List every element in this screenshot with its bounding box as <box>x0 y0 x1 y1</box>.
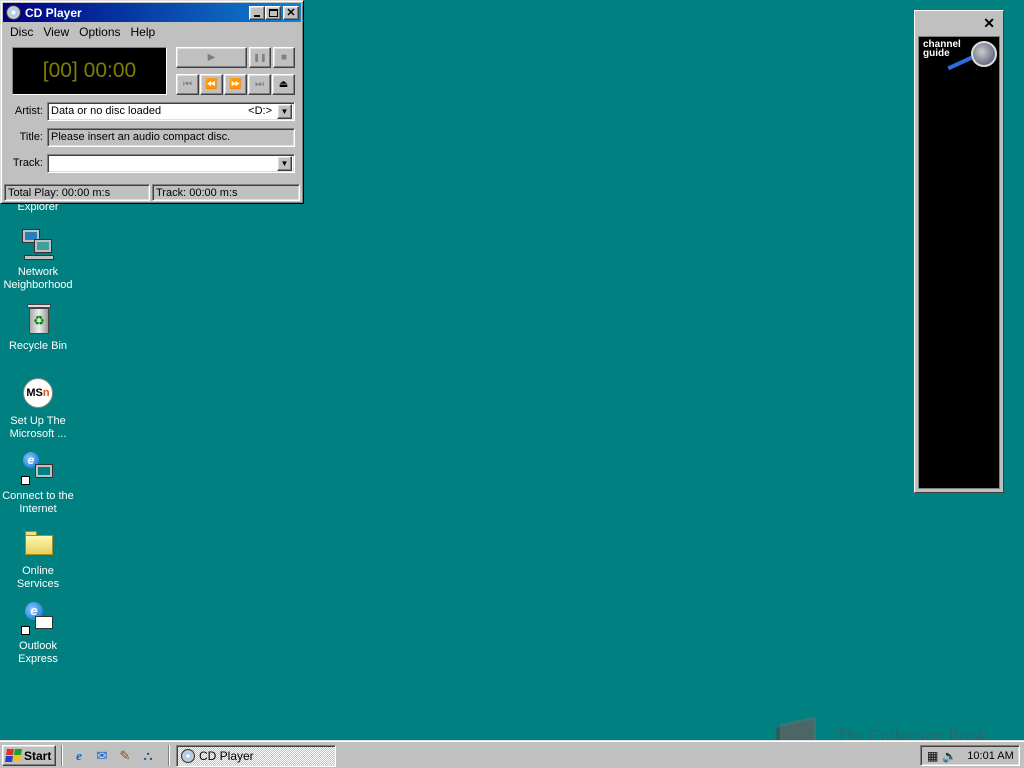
eject-icon: ⏏ <box>278 79 289 90</box>
eject-button[interactable]: ⏏ <box>272 74 295 95</box>
minimize-button[interactable] <box>249 6 265 20</box>
next-track-icon: ⏭ <box>255 79 264 90</box>
magnifier-icon <box>971 41 997 67</box>
channel-bar: ✕ channel guide <box>914 10 1004 493</box>
msn-icon: MSn <box>21 377 55 411</box>
quicklaunch-show-desktop-icon[interactable]: ✎ <box>116 747 134 765</box>
channel-guide-button[interactable]: channel guide <box>923 40 961 59</box>
volume-tray-icon[interactable]: 🔈 <box>942 749 957 763</box>
desktop-icon-label: Connect to the Internet <box>2 490 74 515</box>
desktop-icon-label: Recycle Bin <box>8 340 68 352</box>
cd-player-app-icon[interactable] <box>6 5 21 20</box>
desktop-icon-network-neighborhood[interactable]: Network Neighborhood <box>0 228 76 292</box>
artist-label: Artist: <box>14 105 43 117</box>
chevron-down-icon: ▼ <box>280 107 289 116</box>
start-button[interactable]: Start <box>2 745 56 766</box>
track-dropdown-button[interactable]: ▼ <box>277 156 292 171</box>
skip-backward-button[interactable]: ⏪ <box>200 74 223 95</box>
maximize-icon <box>268 9 278 17</box>
play-icon: ▶ <box>207 52 216 63</box>
quicklaunch-channels-icon[interactable]: ⛬ <box>139 747 157 765</box>
channel-bar-close-button[interactable]: ✕ <box>983 15 995 32</box>
desktop-icon-online-services[interactable]: Online Services <box>0 527 76 591</box>
play-button[interactable]: ▶ <box>176 47 247 68</box>
menu-help[interactable]: Help <box>126 23 161 41</box>
desktop-icon-label: Network Neighborhood <box>3 266 73 291</box>
menu-disc[interactable]: Disc <box>5 23 38 41</box>
artist-dropdown[interactable]: Data or no disc loaded <D:> ▼ <box>47 102 295 121</box>
quicklaunch-outlook-icon[interactable]: ✉ <box>93 747 111 765</box>
stop-button[interactable]: ■ <box>273 47 295 68</box>
channel-bar-panel: channel guide <box>918 36 1000 489</box>
track-time-status: Track: 00:00 m:s <box>152 184 300 201</box>
rewind-icon: ⏪ <box>205 79 218 90</box>
desktop-icon-recycle-bin[interactable]: ♻ Recycle Bin <box>0 302 76 353</box>
fast-forward-icon: ⏩ <box>229 79 242 90</box>
artist-dropdown-button[interactable]: ▼ <box>277 104 292 119</box>
recycle-bin-icon: ♻ <box>21 302 55 336</box>
pause-icon: ❚❚ <box>253 53 267 62</box>
taskbar-separator <box>61 745 63 766</box>
close-button[interactable]: ✕ <box>283 6 299 20</box>
windows-logo-icon <box>5 749 22 762</box>
title-value: Please insert an audio compact disc. <box>51 131 231 143</box>
desktop-icon-outlook-express[interactable]: e ↗ Outlook Express <box>0 602 76 666</box>
previous-track-button[interactable]: ⏮ <box>176 74 199 95</box>
pause-button[interactable]: ❚❚ <box>249 47 271 68</box>
next-track-button[interactable]: ⏭ <box>248 74 271 95</box>
folder-icon <box>21 527 55 561</box>
taskbar-separator <box>168 745 170 766</box>
clock[interactable]: 10:01 AM <box>967 750 1013 762</box>
previous-track-icon: ⏮ <box>183 79 192 90</box>
minimize-icon <box>254 15 260 17</box>
skip-forward-button[interactable]: ⏩ <box>224 74 247 95</box>
menu-view[interactable]: View <box>38 23 74 41</box>
outlook-express-icon: e ↗ <box>21 602 55 636</box>
close-icon: ✕ <box>286 7 296 19</box>
desktop-icon-msn-setup[interactable]: MSn Set Up The Microsoft ... <box>0 377 76 441</box>
drive-letter: <D:> <box>248 105 272 117</box>
quicklaunch-ie-icon[interactable]: e <box>70 747 88 765</box>
stop-icon: ■ <box>280 52 288 63</box>
cd-player-task-icon <box>181 749 195 763</box>
desktop-icon-label: Online Services <box>16 565 60 590</box>
total-play-status: Total Play: 00:00 m:s <box>4 184 150 201</box>
scheduler-tray-icon[interactable]: ▦ <box>927 749 938 763</box>
taskbar-button-cd-player[interactable]: CD Player <box>176 745 336 767</box>
task-label: CD Player <box>199 749 254 763</box>
taskbar: Start e ✉ ✎ ⛬ CD Player ▦ 🔈 10:01 AM <box>0 740 1024 768</box>
title-label: Title: <box>19 131 43 143</box>
time-display[interactable]: [00] 00:00 <box>12 47 167 95</box>
title-field: Please insert an audio compact disc. <box>47 128 295 147</box>
chevron-down-icon: ▼ <box>280 159 289 168</box>
menu-bar: Disc View Options Help <box>5 23 160 41</box>
desktop-icon-connect-internet[interactable]: e ↗ Connect to the Internet <box>0 452 76 516</box>
system-tray: ▦ 🔈 10:01 AM <box>920 745 1020 766</box>
channel-guide-label-line2: guide <box>923 48 950 59</box>
window-title: CD Player <box>25 5 82 20</box>
cd-player-window[interactable]: CD Player ✕ Disc View Options Help [00] … <box>0 0 304 204</box>
artist-value: Data or no disc loaded <box>51 105 162 117</box>
network-computers-icon <box>21 228 55 262</box>
start-label: Start <box>24 748 52 763</box>
menu-options[interactable]: Options <box>74 23 125 41</box>
track-dropdown[interactable]: ▼ <box>47 154 295 173</box>
maximize-button[interactable] <box>265 6 281 20</box>
track-label: Track: <box>12 157 43 169</box>
connect-internet-icon: e ↗ <box>21 452 55 486</box>
status-bar: Total Play: 00:00 m:s Track: 00:00 m:s <box>4 184 300 201</box>
desktop-icon-label: Set Up The Microsoft ... <box>9 415 67 440</box>
desktop-icon-label: Outlook Express <box>18 640 58 665</box>
